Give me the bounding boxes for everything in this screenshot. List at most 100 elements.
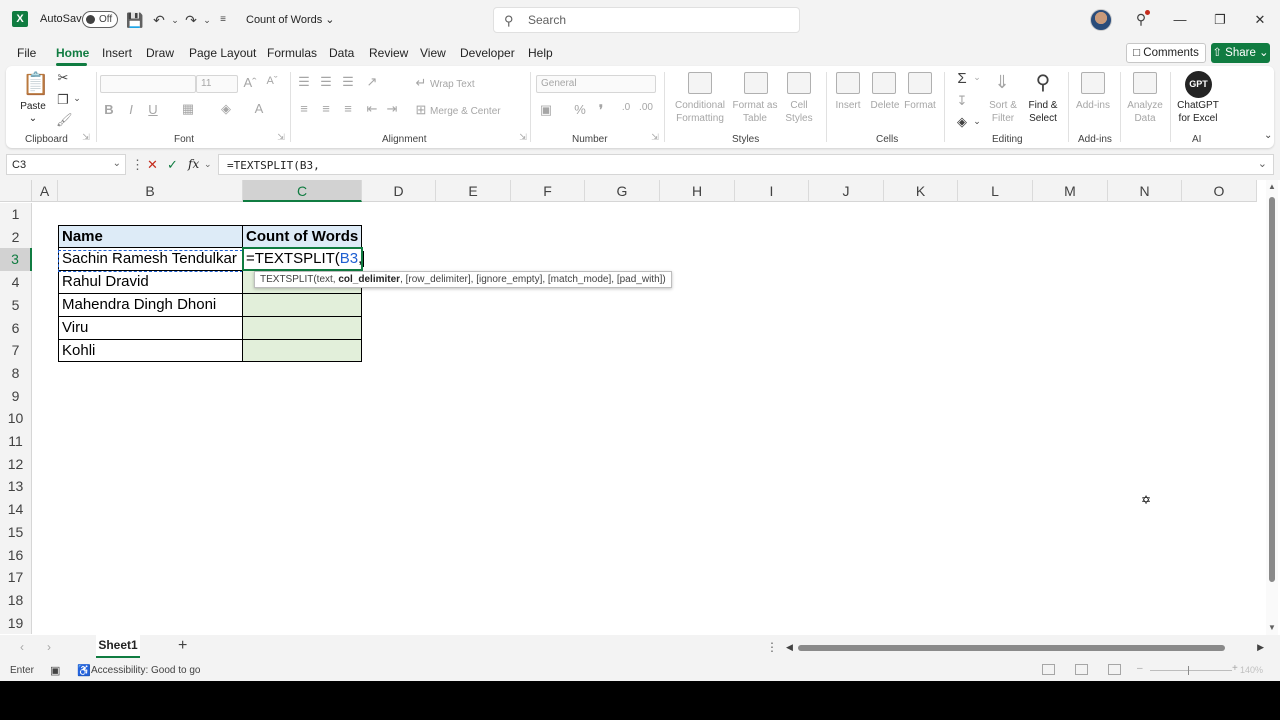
find-select-label[interactable]: Find & Select — [1022, 99, 1064, 125]
menu-view[interactable]: View — [420, 46, 446, 60]
function-argument-tooltip[interactable]: TEXTSPLIT(text, col_delimiter, [row_deli… — [254, 271, 672, 288]
row-header-4[interactable]: 4 — [0, 271, 32, 294]
column-header-d[interactable]: D — [362, 180, 436, 202]
delete-cells-label[interactable]: Delete — [868, 99, 902, 112]
user-avatar[interactable] — [1090, 9, 1112, 31]
row-header-2[interactable]: 2 — [0, 226, 32, 248]
macro-record-icon[interactable]: ▣ — [50, 664, 60, 677]
name-cell[interactable]: Rahul Dravid — [58, 270, 243, 294]
alignment-launcher-icon[interactable]: ⇲ — [518, 132, 528, 143]
column-header-m[interactable]: M — [1033, 180, 1108, 202]
analyze-data-icon[interactable] — [1133, 72, 1157, 94]
comma-style-icon[interactable]: ❜ — [594, 102, 608, 118]
clipboard-launcher-icon[interactable]: ⇲ — [81, 132, 91, 143]
tab-split-handle-icon[interactable]: ⋮ — [766, 640, 778, 654]
borders-icon[interactable]: ▦ — [180, 101, 196, 117]
search-box[interactable]: ⚲ Search — [493, 7, 800, 33]
column-header-a[interactable]: A — [32, 180, 58, 202]
sort-filter-icon[interactable]: ⇓ — [992, 72, 1012, 93]
save-icon[interactable]: 💾 — [126, 11, 144, 29]
cancel-icon[interactable]: ✕ — [147, 157, 158, 173]
add-ins-label[interactable]: Add-ins — [1072, 99, 1114, 112]
align-bottom-icon[interactable]: ☰ — [340, 74, 356, 90]
active-cell-c3[interactable]: =TEXTSPLIT(B3, — [242, 247, 365, 271]
number-launcher-icon[interactable]: ⇲ — [650, 132, 660, 143]
name-cell[interactable]: Viru — [58, 316, 243, 340]
format-as-table-label[interactable]: Format as Table — [728, 99, 782, 125]
bold-icon[interactable]: B — [102, 102, 116, 117]
row-header-5[interactable]: 5 — [0, 294, 32, 317]
merge-center-label[interactable]: Merge & Center — [430, 105, 501, 118]
zoom-slider-thumb[interactable] — [1188, 666, 1189, 675]
column-header-n[interactable]: N — [1108, 180, 1182, 202]
format-painter-icon[interactable]: 🖌 — [56, 112, 73, 128]
row-header-14[interactable]: 14 — [0, 498, 32, 521]
column-header-j[interactable]: J — [809, 180, 884, 202]
analyze-data-label[interactable]: Analyze Data — [1122, 99, 1168, 125]
document-title[interactable]: Count of Words ⌄ — [246, 13, 335, 26]
align-left-icon[interactable]: ≡ — [296, 101, 312, 116]
add-sheet-icon[interactable]: + — [178, 637, 187, 655]
menu-data[interactable]: Data — [329, 46, 354, 60]
row-header-19[interactable]: 19 — [0, 612, 32, 634]
row-header-7[interactable]: 7 — [0, 339, 32, 362]
count-cell[interactable] — [242, 316, 362, 340]
format-as-table-icon[interactable] — [744, 72, 768, 94]
format-cells-label[interactable]: Format — [902, 99, 938, 112]
restore-icon[interactable]: ❐ — [1210, 10, 1230, 30]
row-header-9[interactable]: 9 — [0, 385, 32, 407]
zoom-level[interactable]: 140% — [1240, 665, 1263, 675]
find-select-icon[interactable]: ⚲ — [1032, 70, 1054, 95]
delete-cells-icon[interactable] — [872, 72, 896, 94]
chatgpt-for-excel-label[interactable]: ChatGPT for Excel — [1172, 99, 1224, 125]
scroll-up-icon[interactable]: ▲ — [1268, 182, 1276, 191]
minimize-icon[interactable]: — — [1170, 10, 1190, 30]
font-color-icon[interactable]: A — [251, 101, 267, 116]
menu-file[interactable]: File — [17, 46, 36, 60]
font-launcher-icon[interactable]: ⇲ — [276, 132, 286, 143]
share-button[interactable]: ⇧ Share ⌄ — [1211, 43, 1270, 63]
worksheet-grid[interactable]: ABCDEFGHIJKLMNO 1 2 3 4 5 6 7 8 9 10 11 12 13 14 15 16 1… — [0, 180, 1280, 635]
conditional-formatting-label[interactable]: Conditional Formatting — [668, 99, 732, 125]
row-header-12[interactable]: 12 — [0, 453, 32, 475]
zoom-out-icon[interactable]: – — [1137, 663, 1143, 674]
underline-icon[interactable]: U — [146, 102, 160, 117]
font-name-combo[interactable] — [100, 75, 196, 93]
more-options-icon[interactable]: ⋮ — [131, 157, 144, 173]
formula-input[interactable]: =TEXTSPLIT(B3, ⌄ — [218, 154, 1274, 175]
sort-filter-label[interactable]: Sort & Filter — [986, 99, 1020, 125]
cell-styles-label[interactable]: Cell Styles — [780, 99, 818, 125]
wrap-text-icon[interactable]: ↵ — [414, 75, 428, 91]
enter-check-icon[interactable]: ✓ — [167, 157, 178, 173]
name-box-chevron-icon[interactable]: ⌄ — [113, 158, 121, 169]
row-header-10[interactable]: 10 — [0, 407, 32, 430]
next-sheet-icon[interactable]: › — [47, 640, 51, 654]
column-header-k[interactable]: K — [884, 180, 958, 202]
fx-chevron-icon[interactable]: ⌄ — [204, 159, 212, 170]
autosave-toggle[interactable]: Off — [82, 11, 118, 28]
copy-icon[interactable]: ❐ — [56, 92, 70, 108]
increase-decimal-icon[interactable]: .0 — [618, 102, 634, 113]
zoom-in-icon[interactable]: + — [1232, 663, 1238, 674]
paste-icon[interactable]: 📋 — [22, 71, 49, 99]
column-header-b[interactable]: B — [58, 180, 243, 202]
insert-cells-label[interactable]: Insert — [832, 99, 864, 112]
zoom-slider[interactable] — [1150, 670, 1232, 671]
page-layout-view-icon[interactable] — [1075, 664, 1088, 675]
row-header-3[interactable]: 3 — [0, 248, 32, 271]
add-ins-icon[interactable] — [1081, 72, 1105, 94]
align-center-icon[interactable]: ≡ — [318, 101, 334, 116]
align-right-icon[interactable]: ≡ — [340, 101, 356, 116]
column-header-o[interactable]: O — [1182, 180, 1257, 202]
name-cell[interactable]: Kohli — [58, 339, 243, 362]
customize-toolbar-icon[interactable]: ≡ — [214, 11, 232, 29]
column-header-c[interactable]: C — [243, 180, 362, 202]
count-cell[interactable] — [242, 293, 362, 317]
autosum-chevron-icon[interactable]: ⌄ — [972, 72, 982, 83]
clear-icon[interactable]: ◈ — [954, 114, 970, 130]
insert-cells-icon[interactable] — [836, 72, 860, 94]
accessibility-status[interactable]: Accessibility: Good to go — [91, 665, 201, 676]
menu-review[interactable]: Review — [369, 46, 408, 60]
copy-chevron-icon[interactable]: ⌄ — [72, 93, 82, 104]
decrease-decimal-icon[interactable]: .00 — [638, 102, 654, 113]
